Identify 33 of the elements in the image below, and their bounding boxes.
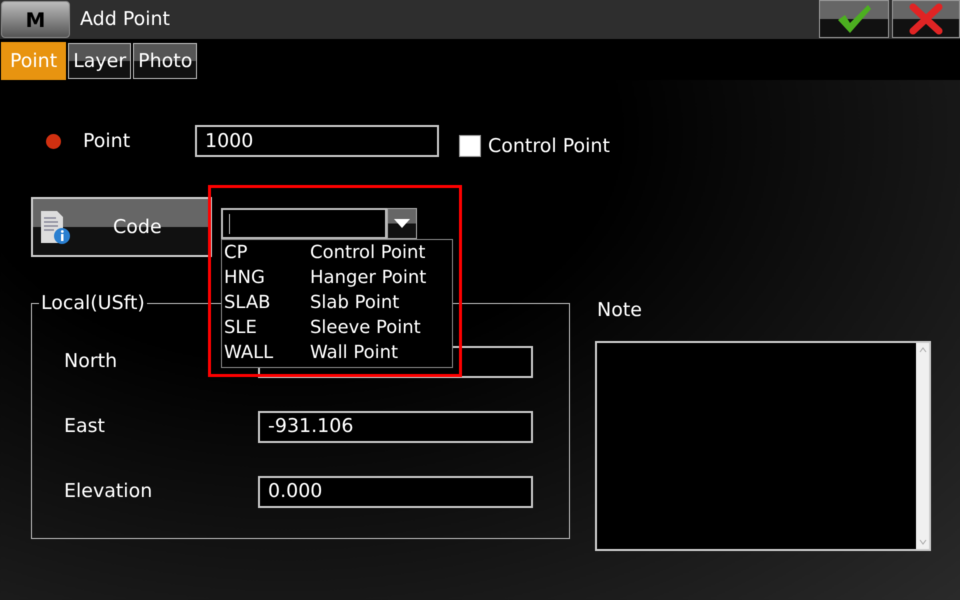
dropdown-button[interactable] [387, 208, 417, 239]
scrollbar[interactable] [916, 343, 929, 549]
group-title: Local(USft) [40, 291, 146, 316]
caret-icon [394, 219, 410, 228]
checkmark-icon [835, 3, 873, 35]
window-title: Add Point [80, 7, 170, 32]
dropdown-option[interactable]: WALL Wall Point [222, 340, 452, 365]
field-label: North [64, 350, 118, 372]
scroll-down-icon [918, 539, 926, 545]
coordinate-field[interactable]: -931.106 [258, 410, 533, 442]
dropdown-option[interactable]: SLE Sleeve Point [222, 315, 452, 340]
field-label: Point [83, 128, 132, 154]
document-info-icon [39, 209, 71, 245]
cancel-button[interactable] [892, 0, 960, 38]
close-icon [909, 3, 943, 35]
menu-button[interactable]: M [1, 1, 70, 38]
code-button[interactable]: Code [31, 197, 212, 257]
tab[interactable]: Layer [68, 43, 132, 79]
scroll-up-icon [918, 347, 926, 353]
field-label: East [64, 415, 105, 438]
code-combo-field[interactable] [221, 208, 387, 239]
coordinate-field[interactable]: 0.000 [258, 476, 533, 508]
dropdown-option[interactable]: HNG Hanger Point [222, 265, 452, 290]
note-label: Note [597, 298, 642, 323]
field-label: Elevation [64, 480, 152, 502]
checkbox-label: Control Point [488, 134, 610, 159]
ok-button[interactable] [819, 0, 889, 38]
checkbox[interactable] [459, 135, 481, 157]
dropdown-option[interactable]: CP Control Point [222, 240, 452, 265]
note-field[interactable] [595, 341, 931, 551]
dropdown-option[interactable]: SLAB Slab Point [222, 290, 452, 315]
tab[interactable]: Photo [133, 43, 198, 79]
point-field[interactable]: 1000 [195, 125, 439, 157]
